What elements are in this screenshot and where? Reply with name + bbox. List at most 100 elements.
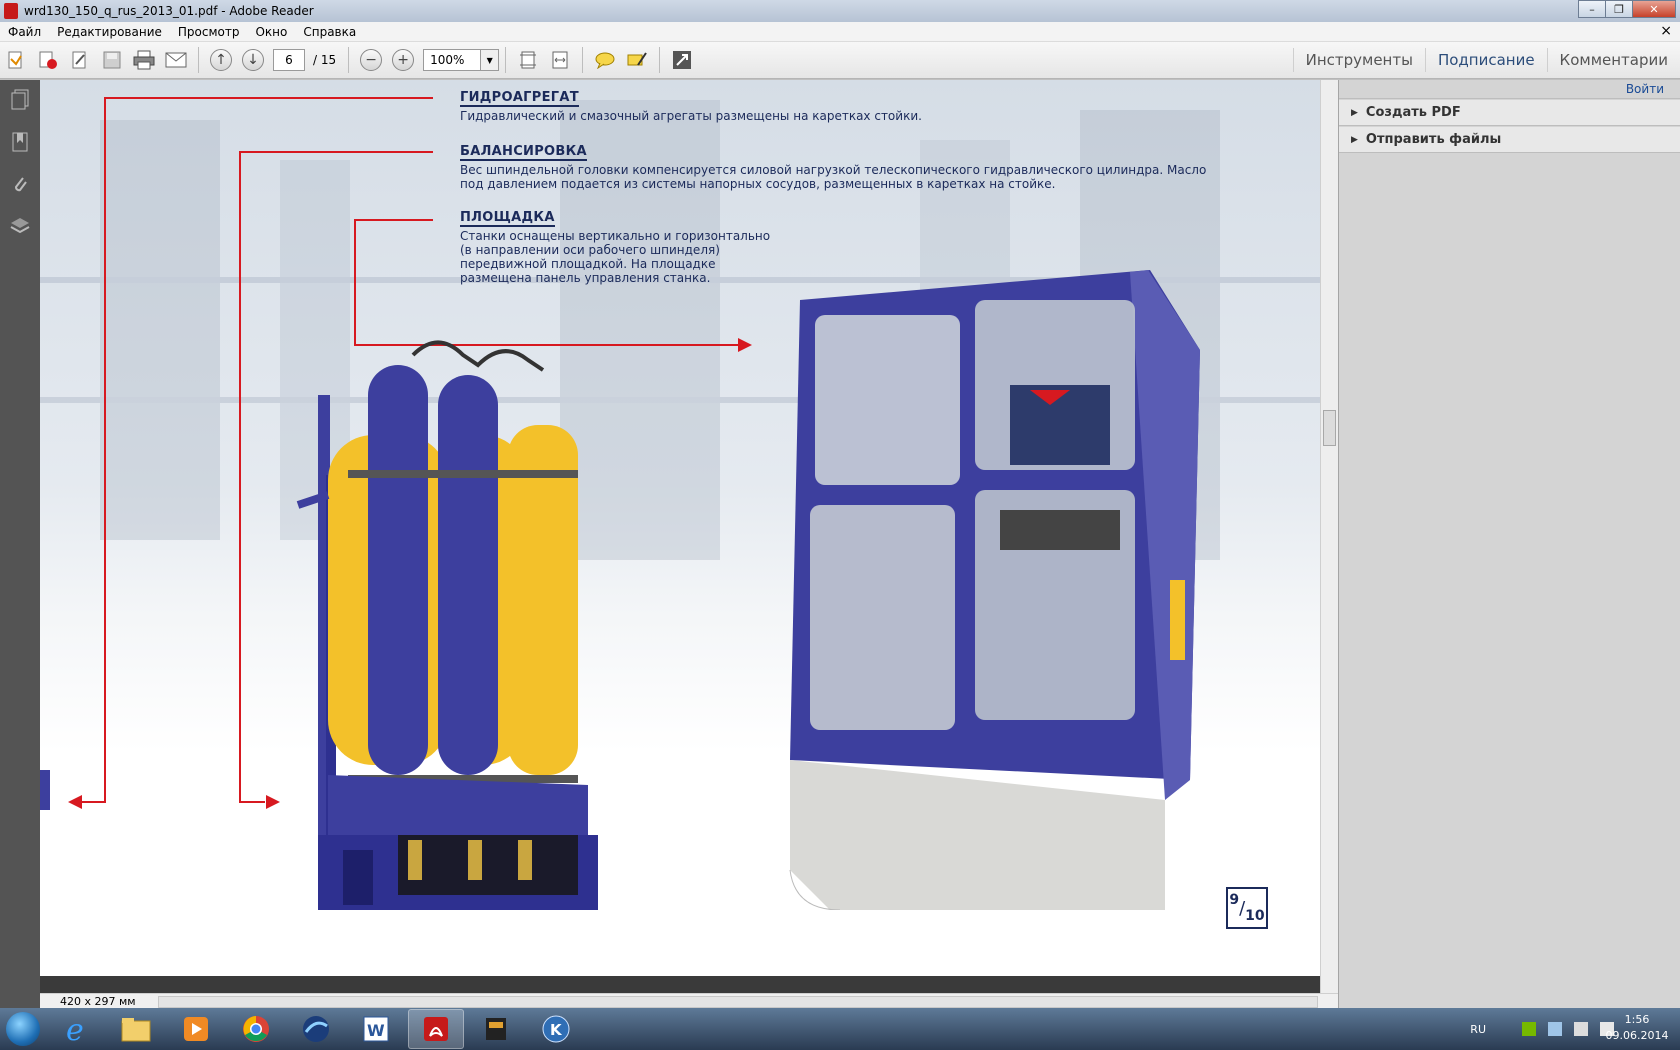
document-view[interactable]: ГИДРОАГРЕГАТ Гидравлический и смазочный … bbox=[40, 80, 1338, 1008]
tab-sign[interactable]: Подписание bbox=[1424, 48, 1547, 72]
fit-width-icon bbox=[552, 51, 568, 69]
wave-app-icon bbox=[303, 1016, 329, 1042]
section-text-hydraulic-unit: Гидравлический и смазочный агрегаты разм… bbox=[460, 109, 922, 123]
operator-platform-image bbox=[789, 270, 1200, 910]
highlight-button[interactable] bbox=[624, 47, 650, 73]
edit-icon bbox=[72, 51, 86, 69]
tab-comments[interactable]: Комментарии bbox=[1546, 48, 1680, 72]
tab-tools[interactable]: Инструменты bbox=[1292, 48, 1425, 72]
section-text-balancing: Вес шпиндельной головки компенсируется с… bbox=[460, 163, 1207, 191]
internet-explorer-icon: e bbox=[66, 1013, 84, 1045]
fit-width-button[interactable] bbox=[547, 47, 573, 73]
network-icon[interactable] bbox=[1548, 1022, 1562, 1036]
task-pane: Войти ▶ Создать PDF ▶ Отправить файлы bbox=[1338, 80, 1680, 1008]
flag-icon[interactable] bbox=[1574, 1022, 1588, 1036]
zoom-out-button[interactable]: − bbox=[358, 47, 384, 73]
pdf-page: ГИДРОАГРЕГАТ Гидравлический и смазочный … bbox=[40, 80, 1320, 976]
taskbar-app-wave[interactable] bbox=[288, 1009, 344, 1049]
taskbar-adobe-reader[interactable] bbox=[408, 1009, 464, 1049]
edit-button[interactable] bbox=[67, 47, 93, 73]
start-button[interactable] bbox=[0, 1008, 46, 1050]
title-bar: wrd130_150_q_rus_2013_01.pdf - Adobe Rea… bbox=[0, 0, 1680, 22]
bookmarks-button[interactable] bbox=[8, 130, 32, 154]
create-pdf-button[interactable] bbox=[3, 47, 29, 73]
text-line: (в направлении оси рабочего шпинделя) bbox=[460, 243, 720, 257]
windows-taskbar: e W K RU 1:56 09.06.2014 bbox=[0, 1008, 1680, 1050]
vertical-scrollbar[interactable] bbox=[1320, 80, 1338, 1008]
clock[interactable]: 1:56 09.06.2014 bbox=[1602, 1012, 1672, 1044]
menu-help[interactable]: Справка bbox=[295, 25, 364, 39]
k-app-icon: K bbox=[542, 1015, 570, 1043]
text-line: передвижной площадкой. На площадке bbox=[460, 257, 716, 271]
scroll-thumb[interactable] bbox=[1323, 410, 1336, 446]
media-player-icon bbox=[184, 1017, 208, 1041]
page-number-badge: 9 / 10 bbox=[1226, 887, 1268, 929]
menu-edit[interactable]: Редактирование bbox=[49, 25, 170, 39]
previous-page-button[interactable]: ↑ bbox=[208, 47, 234, 73]
chevron-down-icon[interactable]: ▼ bbox=[481, 49, 500, 71]
maximize-button[interactable]: ❐ bbox=[1605, 0, 1633, 18]
layers-button[interactable] bbox=[8, 214, 32, 238]
page-number-input[interactable]: 6 bbox=[273, 49, 305, 71]
create-pdf-panel[interactable]: ▶ Создать PDF bbox=[1339, 100, 1680, 126]
page-total: / 15 bbox=[313, 53, 337, 67]
email-button[interactable] bbox=[163, 47, 189, 73]
text-line: размещена панель управления станка. bbox=[460, 271, 711, 285]
combine-files-button[interactable] bbox=[35, 47, 61, 73]
page-thumbnails-button[interactable] bbox=[8, 88, 32, 112]
minus-icon: − bbox=[360, 49, 383, 71]
zoom-in-button[interactable]: + bbox=[390, 47, 416, 73]
section-title-hydraulic-unit: ГИДРОАГРЕГАТ bbox=[460, 90, 579, 107]
plus-icon: + bbox=[392, 49, 415, 71]
fullscreen-button[interactable] bbox=[669, 47, 695, 73]
close-button[interactable]: ✕ bbox=[1632, 0, 1676, 18]
arrow-down-icon: ↓ bbox=[242, 49, 264, 71]
menu-view[interactable]: Просмотр bbox=[170, 25, 248, 39]
toolbar: ↑ ↓ 6 / 15 − + 100% ▼ Инструменты Подпис… bbox=[0, 42, 1680, 79]
taskbar-chrome[interactable] bbox=[228, 1009, 284, 1049]
attachments-button[interactable] bbox=[8, 172, 32, 196]
page-number-bottom: 10 bbox=[1245, 908, 1265, 924]
toolbar-separator bbox=[198, 47, 199, 73]
menu-file[interactable]: Файл bbox=[0, 25, 49, 39]
taskbar-explorer[interactable] bbox=[108, 1009, 164, 1049]
comment-button[interactable] bbox=[592, 47, 618, 73]
taskbar-app-settings[interactable] bbox=[468, 1009, 524, 1049]
taskbar-internet-explorer[interactable]: e bbox=[48, 1009, 104, 1049]
clock-time: 1:56 bbox=[1624, 1013, 1650, 1026]
language-indicator[interactable]: RU bbox=[1470, 1023, 1486, 1036]
zoom-select[interactable]: 100% ▼ bbox=[423, 49, 500, 71]
send-files-panel[interactable]: ▶ Отправить файлы bbox=[1339, 127, 1680, 153]
settings-app-icon bbox=[486, 1018, 506, 1040]
sign-in-link[interactable]: Войти bbox=[1626, 82, 1664, 96]
window-controls: – ❐ ✕ bbox=[1578, 0, 1676, 18]
save-icon bbox=[103, 51, 121, 69]
print-button[interactable] bbox=[131, 47, 157, 73]
chrome-icon bbox=[243, 1016, 269, 1042]
hydraulic-cylinders-image bbox=[296, 340, 598, 910]
taskbar-word[interactable]: W bbox=[348, 1009, 404, 1049]
zoom-value[interactable]: 100% bbox=[423, 49, 482, 71]
combine-icon bbox=[39, 51, 57, 69]
create-pdf-icon bbox=[8, 51, 22, 69]
save-button[interactable] bbox=[99, 47, 125, 73]
close-document-button[interactable]: × bbox=[1660, 23, 1672, 39]
taskbar-app-k[interactable]: K bbox=[528, 1009, 584, 1049]
print-icon bbox=[133, 50, 155, 70]
horizontal-scrollbar[interactable] bbox=[158, 996, 1318, 1008]
toolbar-separator bbox=[505, 47, 507, 73]
fit-page-button[interactable] bbox=[515, 47, 541, 73]
nvidia-icon[interactable] bbox=[1522, 1022, 1536, 1036]
paperclip-icon bbox=[15, 177, 27, 192]
toolbar-separator bbox=[582, 47, 584, 73]
layers-icon bbox=[10, 218, 30, 234]
svg-text:K: K bbox=[550, 1021, 563, 1039]
next-page-button[interactable]: ↓ bbox=[240, 47, 266, 73]
task-pane-tabs: Инструменты Подписание Комментарии bbox=[1292, 42, 1680, 78]
page-size-label: 420 x 297 мм bbox=[60, 995, 136, 1008]
menu-window[interactable]: Окно bbox=[247, 25, 295, 39]
taskbar-media-player[interactable] bbox=[168, 1009, 224, 1049]
document-status-bar: 420 x 297 мм bbox=[40, 993, 1338, 1009]
minimize-button[interactable]: – bbox=[1578, 0, 1606, 18]
toolbar-separator bbox=[348, 47, 350, 73]
